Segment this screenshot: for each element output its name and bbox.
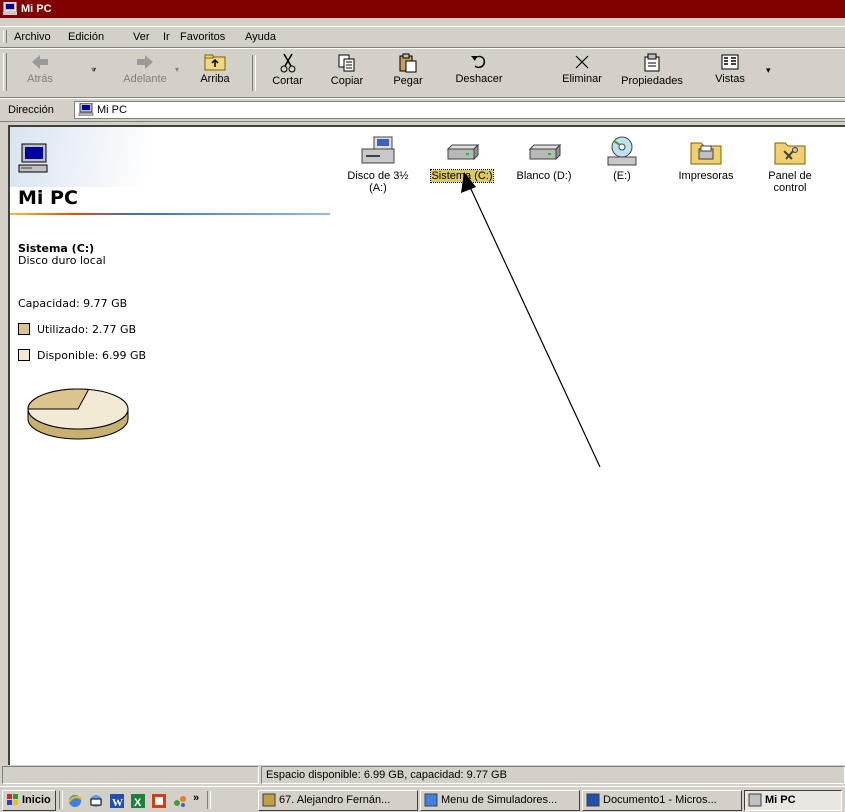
views-button[interactable]: Vistas [710,53,750,93]
outlook-express-icon[interactable] [88,793,104,812]
taskbar-task-label: Menu de Simuladores... [441,794,558,806]
paste-label: Pegar [393,75,423,87]
word-icon[interactable]: W [109,793,125,812]
views-dropdown-icon[interactable]: ▾ [766,65,771,76]
back-dropdown-icon[interactable]: ▾ [91,65,95,74]
menu-ir[interactable]: Ir [163,31,170,43]
internet-explorer-icon[interactable] [67,793,83,812]
standard-toolbar: Atrás ▾ ▾ Adelante ▾ Arriba Cortar Copia… [0,48,845,98]
copy-icon [338,54,355,72]
status-text: Espacio disponible: 6.99 GB, capacidad: … [266,769,507,781]
properties-button[interactable]: Propiedades [620,53,684,93]
title-bar[interactable]: Mi PC [0,0,845,18]
annotation-arrow [461,172,601,468]
start-label: Inicio [22,794,51,806]
cut-label: Cortar [272,75,303,87]
menu-ver[interactable]: Ver [133,31,150,43]
windows-logo-icon [6,793,20,809]
forward-dropdown-icon[interactable]: ▾ [175,65,179,74]
address-label: Dirección [8,104,54,116]
status-panel-left [2,766,259,784]
menu-bar: Archivo Edición Ver Ir Favoritos Ayuda [0,26,845,48]
my-computer-icon [2,1,18,18]
menu-edicion[interactable]: Edición [68,31,104,43]
word-icon [586,793,600,810]
paste-button[interactable]: Pegar [384,53,432,93]
delete-button[interactable]: Eliminar [562,53,602,93]
undo-icon [471,55,486,69]
taskbar-task[interactable]: 67. Alejandro Fernán... [258,790,418,811]
properties-label: Propiedades [621,75,683,87]
toolbar-grip[interactable] [3,53,7,91]
taskbar-task[interactable]: Mi PC [744,790,842,811]
properties-icon [644,53,660,72]
taskbar: Inicio W X » 67. Alejandro Fernán... Menu… [0,786,845,812]
up-label: Arriba [200,73,230,85]
my-computer-icon [748,793,762,810]
menu-archivo[interactable]: Archivo [14,31,51,43]
copy-button[interactable]: Copiar [322,53,372,93]
copy-label: Copiar [330,75,364,87]
taskbar-task-label: 67. Alejandro Fernán... [279,794,391,806]
forward-arrow-icon [137,55,153,69]
excel-icon[interactable]: X [130,793,146,812]
chat-icon [262,793,276,810]
address-value: Mi PC [97,104,127,116]
cut-button[interactable]: Cortar [265,53,310,93]
forward-label: Adelante [123,73,167,85]
taskbar-task-label: Mi PC [765,794,796,806]
forward-button[interactable]: Adelante [110,53,180,93]
back-button[interactable]: Atrás ▾ [10,53,96,93]
back-arrow-icon [32,55,48,69]
undo-button[interactable]: Deshacer [449,53,509,93]
window-title: Mi PC [21,3,52,15]
status-panel-main: Espacio disponible: 6.99 GB, capacidad: … [261,766,845,784]
folder-view[interactable]: Mi PC Sistema (C:) Disco duro local Capa… [8,125,845,765]
delete-label: Eliminar [562,73,602,85]
taskbar-task[interactable]: Documento1 - Micros... [582,790,742,811]
views-label: Vistas [715,73,745,85]
menu-favoritos[interactable]: Favoritos [180,31,225,43]
svg-text:W: W [112,797,123,809]
address-input[interactable]: Mi PC [74,101,845,119]
media-icon[interactable] [172,793,188,812]
address-bar: Dirección Mi PC [0,98,845,122]
start-button[interactable]: Inicio [2,790,56,811]
taskbar-task-label: Documento1 - Micros... [603,794,717,806]
my-computer-icon [78,102,94,119]
powerpoint-icon[interactable] [151,793,167,812]
status-bar: Espacio disponible: 6.99 GB, capacidad: … [0,765,845,784]
internet-explorer-icon [424,793,438,810]
views-icon [721,54,739,70]
taskbar-task[interactable]: Menu de Simuladores... [420,790,580,811]
up-folder-icon [204,54,226,71]
quick-launch-overflow[interactable]: » [193,792,199,804]
scissors-icon [280,53,295,73]
back-label: Atrás [27,73,53,85]
paste-icon [399,53,417,73]
undo-label: Deshacer [455,73,503,85]
menu-ayuda[interactable]: Ayuda [245,31,276,43]
svg-text:X: X [134,797,142,809]
delete-x-icon [575,55,589,69]
up-button[interactable]: Arriba [195,53,235,93]
menu-grip[interactable] [3,30,7,43]
